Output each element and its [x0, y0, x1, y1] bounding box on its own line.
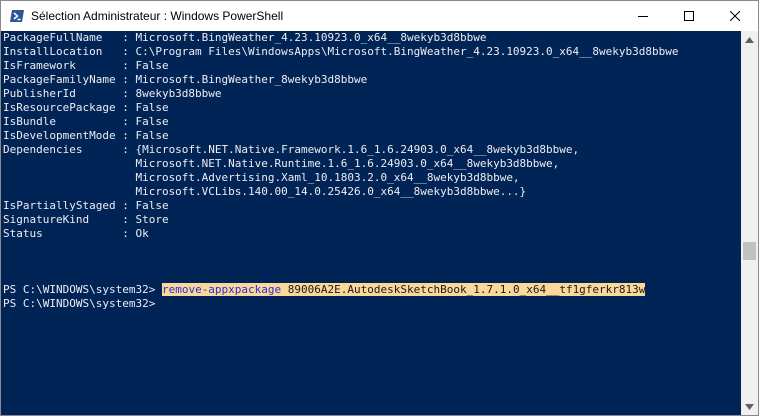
console-line: PackageFullName : Microsoft.BingWeather_…: [3, 31, 487, 44]
console-line: InstallLocation : C:\Program Files\Windo…: [3, 45, 679, 58]
close-button[interactable]: [712, 1, 758, 31]
maximize-icon: [684, 11, 694, 21]
console-prompt: PS C:\WINDOWS\system32>: [3, 283, 162, 296]
console-line: Dependencies : {Microsoft.NET.Native.Fra…: [3, 143, 580, 156]
window-title: Sélection Administrateur : Windows Power…: [31, 9, 284, 23]
command-argument: 89006A2E.AutodeskSketchBook_1.7.1.0_x64_…: [281, 283, 646, 296]
powershell-window: Sélection Administrateur : Windows Power…: [0, 0, 759, 416]
scrollbar-thumb[interactable]: [743, 242, 756, 260]
close-icon: [730, 11, 740, 21]
selected-command[interactable]: remove-appxpackage 89006A2E.AutodeskSket…: [161, 283, 646, 296]
console-output[interactable]: PackageFullName : Microsoft.BingWeather_…: [1, 31, 741, 415]
console-line: PackageFamilyName : Microsoft.BingWeathe…: [3, 73, 368, 86]
console-line: IsFramework : False: [3, 59, 169, 72]
minimize-button[interactable]: [620, 1, 666, 31]
minimize-icon: [638, 16, 648, 17]
scroll-down-button[interactable]: [741, 398, 758, 415]
chevron-down-icon: [745, 403, 754, 410]
console-line: IsResourcePackage : False: [3, 101, 169, 114]
vertical-scrollbar[interactable]: [741, 31, 758, 415]
console-command-line[interactable]: PS C:\WINDOWS\system32> remove-appxpacka…: [1, 283, 741, 297]
console-line: Microsoft.Advertising.Xaml_10.1803.2.0_x…: [3, 171, 520, 184]
maximize-button[interactable]: [666, 1, 712, 31]
console-line: Microsoft.NET.Native.Runtime.1.6_1.6.249…: [3, 157, 560, 170]
console-line: IsDevelopmentMode : False: [3, 129, 169, 142]
console-current-prompt[interactable]: PS C:\WINDOWS\system32>: [1, 297, 741, 311]
console-line: SignatureKind : Store: [3, 213, 169, 226]
console-line: Status : Ok: [3, 227, 149, 240]
powershell-icon[interactable]: [10, 9, 24, 23]
console-line: PublisherId : 8wekyb3d8bbwe: [3, 87, 222, 100]
chevron-up-icon: [745, 36, 754, 43]
console-line: IsBundle : False: [3, 115, 169, 128]
command-verb: remove-appxpackage: [161, 283, 282, 296]
console-line: Microsoft.VCLibs.140.00_14.0.25426.0_x64…: [3, 185, 527, 198]
scroll-up-button[interactable]: [741, 31, 758, 48]
title-bar[interactable]: Sélection Administrateur : Windows Power…: [1, 1, 758, 31]
console-line: IsPartiallyStaged : False: [3, 199, 169, 212]
window-controls: [620, 1, 758, 31]
